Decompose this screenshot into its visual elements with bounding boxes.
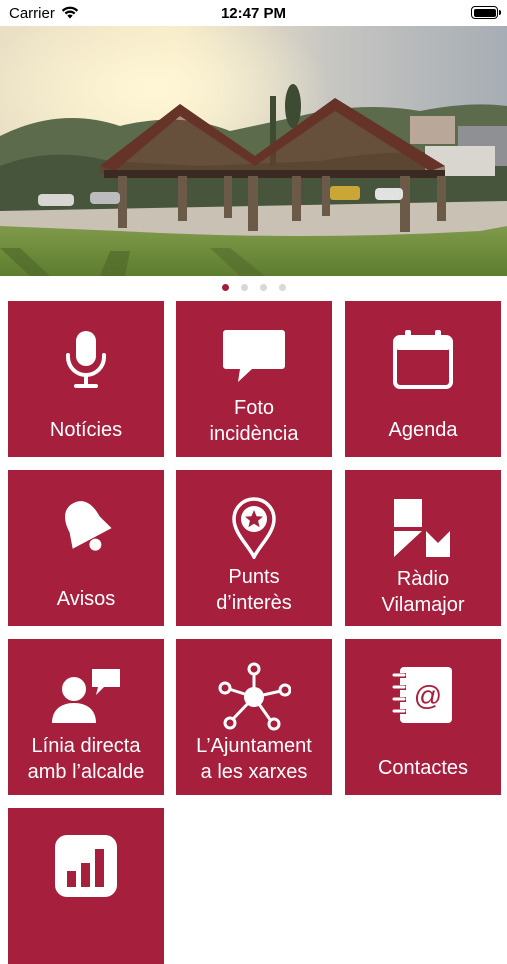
tile-label: Notícies bbox=[49, 419, 123, 441]
hero-carousel-image[interactable] bbox=[0, 26, 507, 276]
tile-label: Agenda bbox=[388, 419, 458, 441]
address-book-icon: @ bbox=[345, 665, 501, 725]
battery-icon bbox=[471, 6, 501, 19]
tile-radio-vilamajor[interactable]: Ràdio Vilamajor bbox=[345, 470, 501, 626]
bell-icon bbox=[8, 494, 164, 560]
tile-label: Foto incidència bbox=[209, 397, 299, 445]
page-dot-3[interactable] bbox=[259, 284, 267, 291]
bar-chart-icon bbox=[8, 833, 164, 899]
user-chat-icon bbox=[8, 665, 164, 727]
calendar-icon bbox=[345, 329, 501, 391]
page-dot-4[interactable] bbox=[278, 284, 286, 291]
tile-foto-incidencia[interactable]: Foto incidència bbox=[176, 301, 332, 457]
tile-contactes[interactable]: @ Contactes bbox=[345, 639, 501, 795]
tile-label: L’Ajuntament a les xarxes bbox=[196, 735, 312, 783]
page-dot-1[interactable] bbox=[221, 284, 229, 291]
tile-linia-directa[interactable]: Línia directa amb l’alcalde bbox=[8, 639, 164, 795]
tile-estadistiques[interactable] bbox=[8, 808, 164, 964]
carousel-page-indicator[interactable] bbox=[0, 284, 507, 292]
tile-label: Ràdio Vilamajor bbox=[381, 568, 465, 616]
tile-label: Contactes bbox=[377, 757, 469, 779]
tile-label: Línia directa amb l’alcalde bbox=[27, 735, 145, 783]
tile-avisos[interactable]: Avisos bbox=[8, 470, 164, 626]
svg-text:@: @ bbox=[414, 680, 442, 711]
radio-logo-icon bbox=[345, 497, 501, 559]
network-icon bbox=[176, 661, 332, 731]
microphone-icon bbox=[8, 329, 164, 391]
map-pin-star-icon bbox=[176, 497, 332, 559]
tile-noticies[interactable]: Notícies bbox=[8, 301, 164, 457]
tile-punts-interes[interactable]: Punts d’interès bbox=[176, 470, 332, 626]
tile-ajuntament-xarxes[interactable]: L’Ajuntament a les xarxes bbox=[176, 639, 332, 795]
tile-label: Punts d’interès bbox=[216, 566, 292, 614]
tile-agenda[interactable]: Agenda bbox=[345, 301, 501, 457]
status-bar: Carrier 12:47 PM bbox=[0, 0, 507, 26]
page-dot-2[interactable] bbox=[240, 284, 248, 291]
tile-label: Avisos bbox=[56, 588, 116, 610]
speech-bubble-icon bbox=[176, 328, 332, 384]
clock: 12:47 PM bbox=[220, 5, 287, 22]
